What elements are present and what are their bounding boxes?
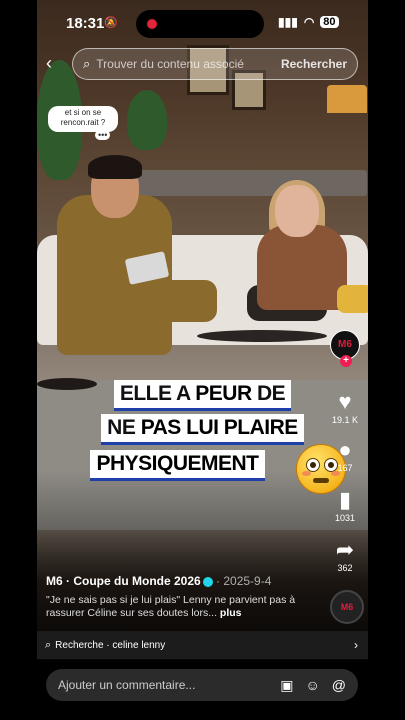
caption-highlight: PEUR bbox=[195, 382, 252, 405]
description-text: "Je ne sais pas si je lui plais" Lenny n… bbox=[46, 594, 296, 619]
chevron-right-icon: › bbox=[354, 638, 358, 652]
pillow bbox=[337, 285, 368, 313]
video-description[interactable]: "Je ne sais pas si je lui plais" Lenny n… bbox=[46, 594, 326, 620]
typing-dots: ••• bbox=[95, 130, 111, 140]
share-button[interactable]: ➦ 362 bbox=[330, 537, 360, 574]
status-icons: ▮▮▮ ◠ 80 bbox=[278, 15, 339, 29]
image-icon[interactable]: ▣ bbox=[280, 677, 293, 694]
caption-highlight: PAS LUI PLAIRE bbox=[140, 416, 299, 439]
verified-badge-icon bbox=[202, 576, 213, 587]
bell-slash-icon: 🔕 bbox=[104, 17, 118, 29]
tiktok-screen: 18:31 🔕 ▮▮▮ ◠ 80 ‹ ⌕ Trouver du contenu … bbox=[0, 0, 405, 720]
speech-bubble: et si on se rencon.rait ? bbox=[48, 106, 118, 132]
back-chevron-icon[interactable]: ‹ bbox=[46, 53, 52, 74]
video-meta: M6 · Coupe du Monde 2026 · 2025-9-4 "Je … bbox=[46, 574, 326, 620]
mention-icon[interactable]: @ bbox=[332, 677, 346, 693]
video-player[interactable] bbox=[37, 0, 368, 660]
signal-icon: ▮▮▮ bbox=[278, 15, 298, 29]
comment-bar[interactable]: Ajouter un commentaire... ▣ ☺ @ bbox=[46, 669, 358, 701]
save-count: 1031 bbox=[334, 513, 356, 523]
follow-plus-icon[interactable]: + bbox=[340, 355, 352, 367]
comment-input[interactable]: Ajouter un commentaire... bbox=[58, 678, 280, 692]
fireplace-mantel bbox=[137, 170, 367, 196]
save-button[interactable]: ▮ 1031 bbox=[330, 487, 360, 524]
woman-body bbox=[257, 225, 347, 310]
emoji-icon[interactable]: ☺ bbox=[305, 677, 319, 693]
dynamic-island bbox=[136, 10, 264, 38]
related-search-text: Recherche · celine lenny bbox=[55, 639, 166, 651]
search-button[interactable]: Rechercher bbox=[281, 57, 347, 71]
letterbox-right bbox=[368, 0, 405, 720]
battery-icon: 80 bbox=[320, 16, 339, 28]
man-hair bbox=[88, 155, 142, 179]
share-arrow-icon: ➦ bbox=[335, 537, 355, 562]
avatar-label: M6 bbox=[338, 339, 352, 350]
sound-disc[interactable]: M6 bbox=[330, 590, 364, 624]
related-search-bar[interactable]: ⌕ Recherche · celine lenny › bbox=[37, 631, 368, 659]
recording-dot bbox=[147, 19, 157, 29]
search-icon: ⌕ bbox=[83, 56, 91, 71]
caption-text: NE bbox=[107, 416, 141, 439]
like-count: 19.1 K bbox=[331, 415, 359, 425]
caption-text: ELLE A bbox=[119, 382, 196, 405]
plant bbox=[127, 90, 167, 150]
wifi-icon: ◠ bbox=[303, 15, 315, 29]
comment-count: 167 bbox=[337, 463, 353, 473]
search-placeholder[interactable]: Trouver du contenu associé bbox=[96, 57, 281, 71]
caption-highlight: PHYSIQUEMENT bbox=[96, 452, 259, 475]
author-line[interactable]: M6 · Coupe du Monde 2026 · 2025-9-4 bbox=[46, 574, 326, 588]
coffee-table bbox=[197, 330, 327, 342]
disc-label: M6 bbox=[340, 602, 354, 612]
bookmark-icon: ▮ bbox=[338, 487, 352, 512]
comment-icon: ● bbox=[338, 437, 352, 462]
search-icon: ⌕ bbox=[45, 638, 52, 651]
search-bar[interactable]: ⌕ Trouver du contenu associé Rechercher bbox=[72, 48, 358, 80]
letterbox-left bbox=[0, 0, 37, 720]
caption-text: DE bbox=[251, 382, 286, 405]
post-date: · 2025-9-4 bbox=[212, 574, 272, 588]
like-button[interactable]: ♥ 19.1 K bbox=[330, 389, 360, 426]
comment-button[interactable]: ● 167 bbox=[330, 437, 360, 474]
lamp bbox=[327, 85, 367, 113]
heart-icon: ♥ bbox=[338, 389, 352, 414]
more-link[interactable]: plus bbox=[217, 607, 242, 619]
creator-avatar[interactable]: M6 + bbox=[330, 330, 360, 367]
woman-head bbox=[275, 185, 319, 237]
status-bar: 18:31 🔕 ▮▮▮ ◠ 80 bbox=[0, 0, 405, 46]
author-name[interactable]: M6 · Coupe du Monde 2026 bbox=[46, 574, 201, 588]
clock: 18:31 bbox=[66, 15, 105, 32]
share-count: 362 bbox=[337, 563, 353, 573]
